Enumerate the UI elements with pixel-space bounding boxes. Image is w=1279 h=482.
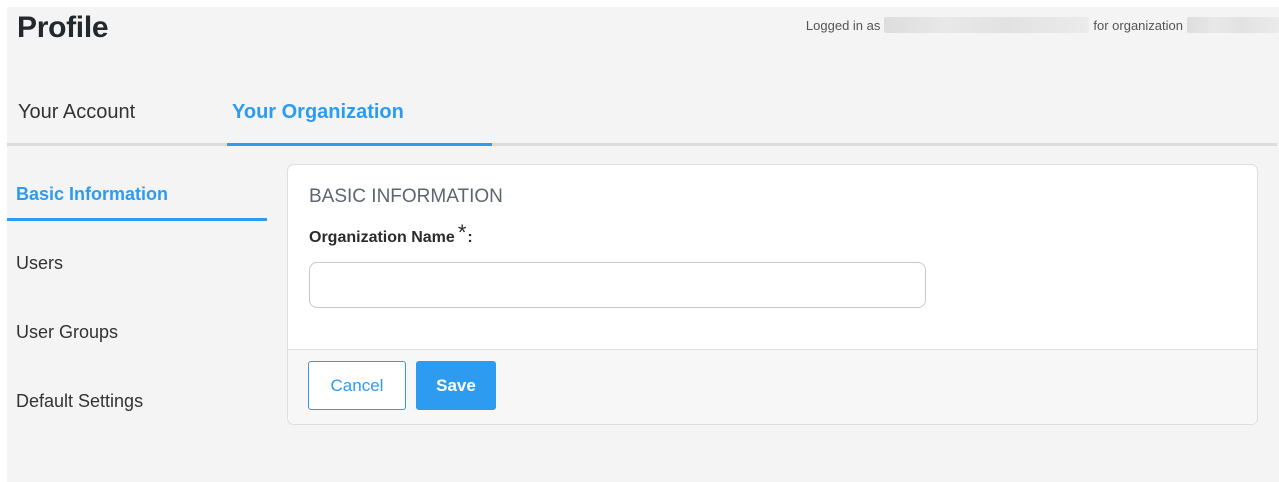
redacted-username bbox=[884, 17, 1090, 33]
cancel-button[interactable]: Cancel bbox=[308, 361, 406, 410]
basic-information-card: BASIC INFORMATION Organization Name *: Ca… bbox=[287, 164, 1258, 425]
profile-tabs: Your Account Your Organization bbox=[7, 97, 1277, 146]
sidebar-item-label: Users bbox=[16, 253, 64, 273]
tab-your-organization[interactable]: Your Organization bbox=[227, 101, 492, 141]
label-colon: : bbox=[467, 229, 473, 246]
login-org-text: for organization bbox=[1093, 17, 1183, 33]
section-title: BASIC INFORMATION bbox=[309, 186, 503, 207]
card-footer: Cancel Save bbox=[288, 349, 1257, 424]
profile-page: Profile Logged in as for organization Yo… bbox=[7, 7, 1279, 482]
sidebar-item-default-settings[interactable]: Default Settings bbox=[7, 374, 267, 443]
organization-name-label-text: Organization Name bbox=[309, 229, 455, 246]
tab-your-account[interactable]: Your Account bbox=[18, 101, 135, 141]
sidebar-item-label: User Groups bbox=[16, 322, 119, 342]
login-info: Logged in as for organization bbox=[806, 17, 1279, 33]
active-tab-indicator bbox=[227, 143, 492, 146]
organization-sidebar: Basic Information Users User Groups Defa… bbox=[7, 167, 267, 443]
organization-name-input[interactable] bbox=[309, 262, 926, 308]
sidebar-item-label: Basic Information bbox=[16, 184, 169, 204]
required-asterisk: * bbox=[457, 220, 467, 245]
organization-name-label: Organization Name *: bbox=[309, 220, 473, 248]
sidebar-item-basic-information[interactable]: Basic Information bbox=[7, 167, 267, 236]
sidebar-item-user-groups[interactable]: User Groups bbox=[7, 305, 267, 374]
save-button[interactable]: Save bbox=[416, 361, 496, 410]
redacted-organization bbox=[1187, 17, 1279, 33]
sidebar-item-label: Default Settings bbox=[16, 391, 144, 411]
page-title: Profile bbox=[17, 11, 109, 44]
sidebar-item-users[interactable]: Users bbox=[7, 236, 267, 305]
login-prefix: Logged in as bbox=[805, 17, 881, 33]
